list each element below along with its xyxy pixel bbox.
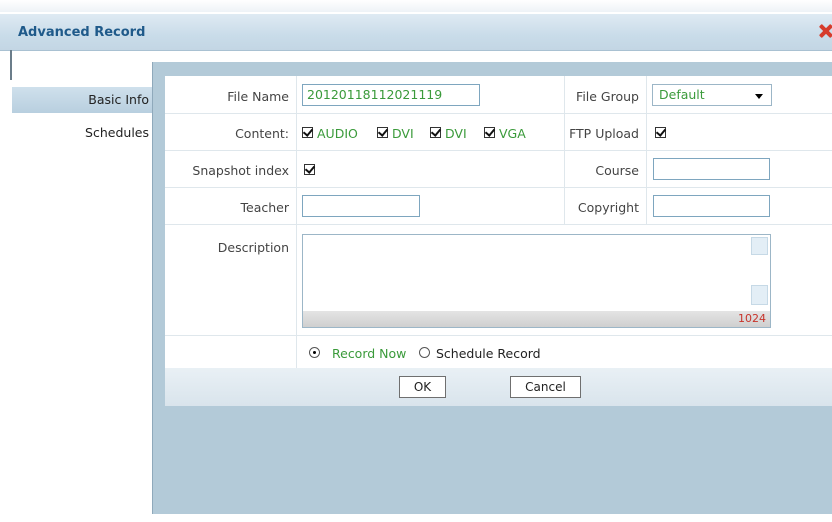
description-textarea[interactable]: 1024	[302, 234, 771, 328]
course-input[interactable]	[653, 158, 770, 180]
teacher-label: Teacher	[240, 200, 290, 215]
content-audio-label: AUDIO	[317, 126, 358, 141]
content-dvi-checkbox-1[interactable]	[377, 127, 388, 138]
scroll-up-button[interactable]	[751, 237, 768, 255]
tab-basic-info-label: Basic Info	[88, 92, 149, 107]
teacher-input[interactable]	[302, 195, 420, 217]
content-audio-checkbox[interactable]	[302, 127, 313, 138]
ok-button[interactable]: OK	[399, 376, 446, 398]
window-edge	[10, 50, 12, 80]
content-dvi-checkbox-2[interactable]	[430, 127, 441, 138]
tab-schedules[interactable]: Schedules	[12, 120, 152, 146]
snapshot-index-label: Snapshot index	[192, 163, 289, 178]
content-dvi-label-1: DVI	[392, 126, 414, 141]
scroll-down-button[interactable]	[751, 285, 768, 305]
ftp-upload-checkbox[interactable]	[655, 127, 666, 138]
content-dvi-label-2: DVI	[445, 126, 467, 141]
basic-info-form: File Name 20120118112021119 File Group D…	[165, 76, 832, 406]
file-group-label: File Group	[576, 89, 639, 104]
content-vga-checkbox[interactable]	[484, 127, 495, 138]
char-counter: 1024	[738, 312, 766, 325]
column-divider	[646, 76, 647, 224]
dialog-title: Advanced Record	[18, 25, 146, 40]
file-group-select[interactable]: Default	[652, 84, 772, 106]
record-now-radio[interactable]	[309, 347, 320, 358]
close-icon[interactable]	[818, 22, 832, 40]
copyright-label: Copyright	[577, 200, 639, 215]
top-strip	[0, 0, 832, 12]
button-bar: OK Cancel	[165, 368, 832, 406]
tab-schedules-label: Schedules	[85, 125, 149, 140]
content-label: Content:	[235, 126, 289, 141]
tab-basic-info[interactable]: Basic Info	[12, 87, 152, 113]
copyright-input[interactable]	[653, 195, 770, 217]
column-divider	[296, 76, 297, 368]
file-group-value: Default	[659, 87, 705, 102]
description-footer: 1024	[303, 311, 770, 327]
course-label: Course	[595, 163, 639, 178]
content-vga-label: VGA	[499, 126, 526, 141]
dialog-titlebar[interactable]: Advanced Record	[0, 14, 832, 51]
record-now-label: Record Now	[332, 346, 407, 361]
description-label: Description	[217, 240, 289, 255]
file-name-label: File Name	[227, 89, 289, 104]
schedule-record-radio[interactable]	[419, 347, 430, 358]
snapshot-index-checkbox[interactable]	[304, 164, 315, 175]
cancel-button[interactable]: Cancel	[510, 376, 581, 398]
file-name-input[interactable]: 20120118112021119	[302, 84, 480, 106]
chevron-down-icon	[755, 94, 763, 99]
schedule-record-label: Schedule Record	[436, 346, 541, 361]
ftp-upload-label: FTP Upload	[569, 126, 639, 141]
